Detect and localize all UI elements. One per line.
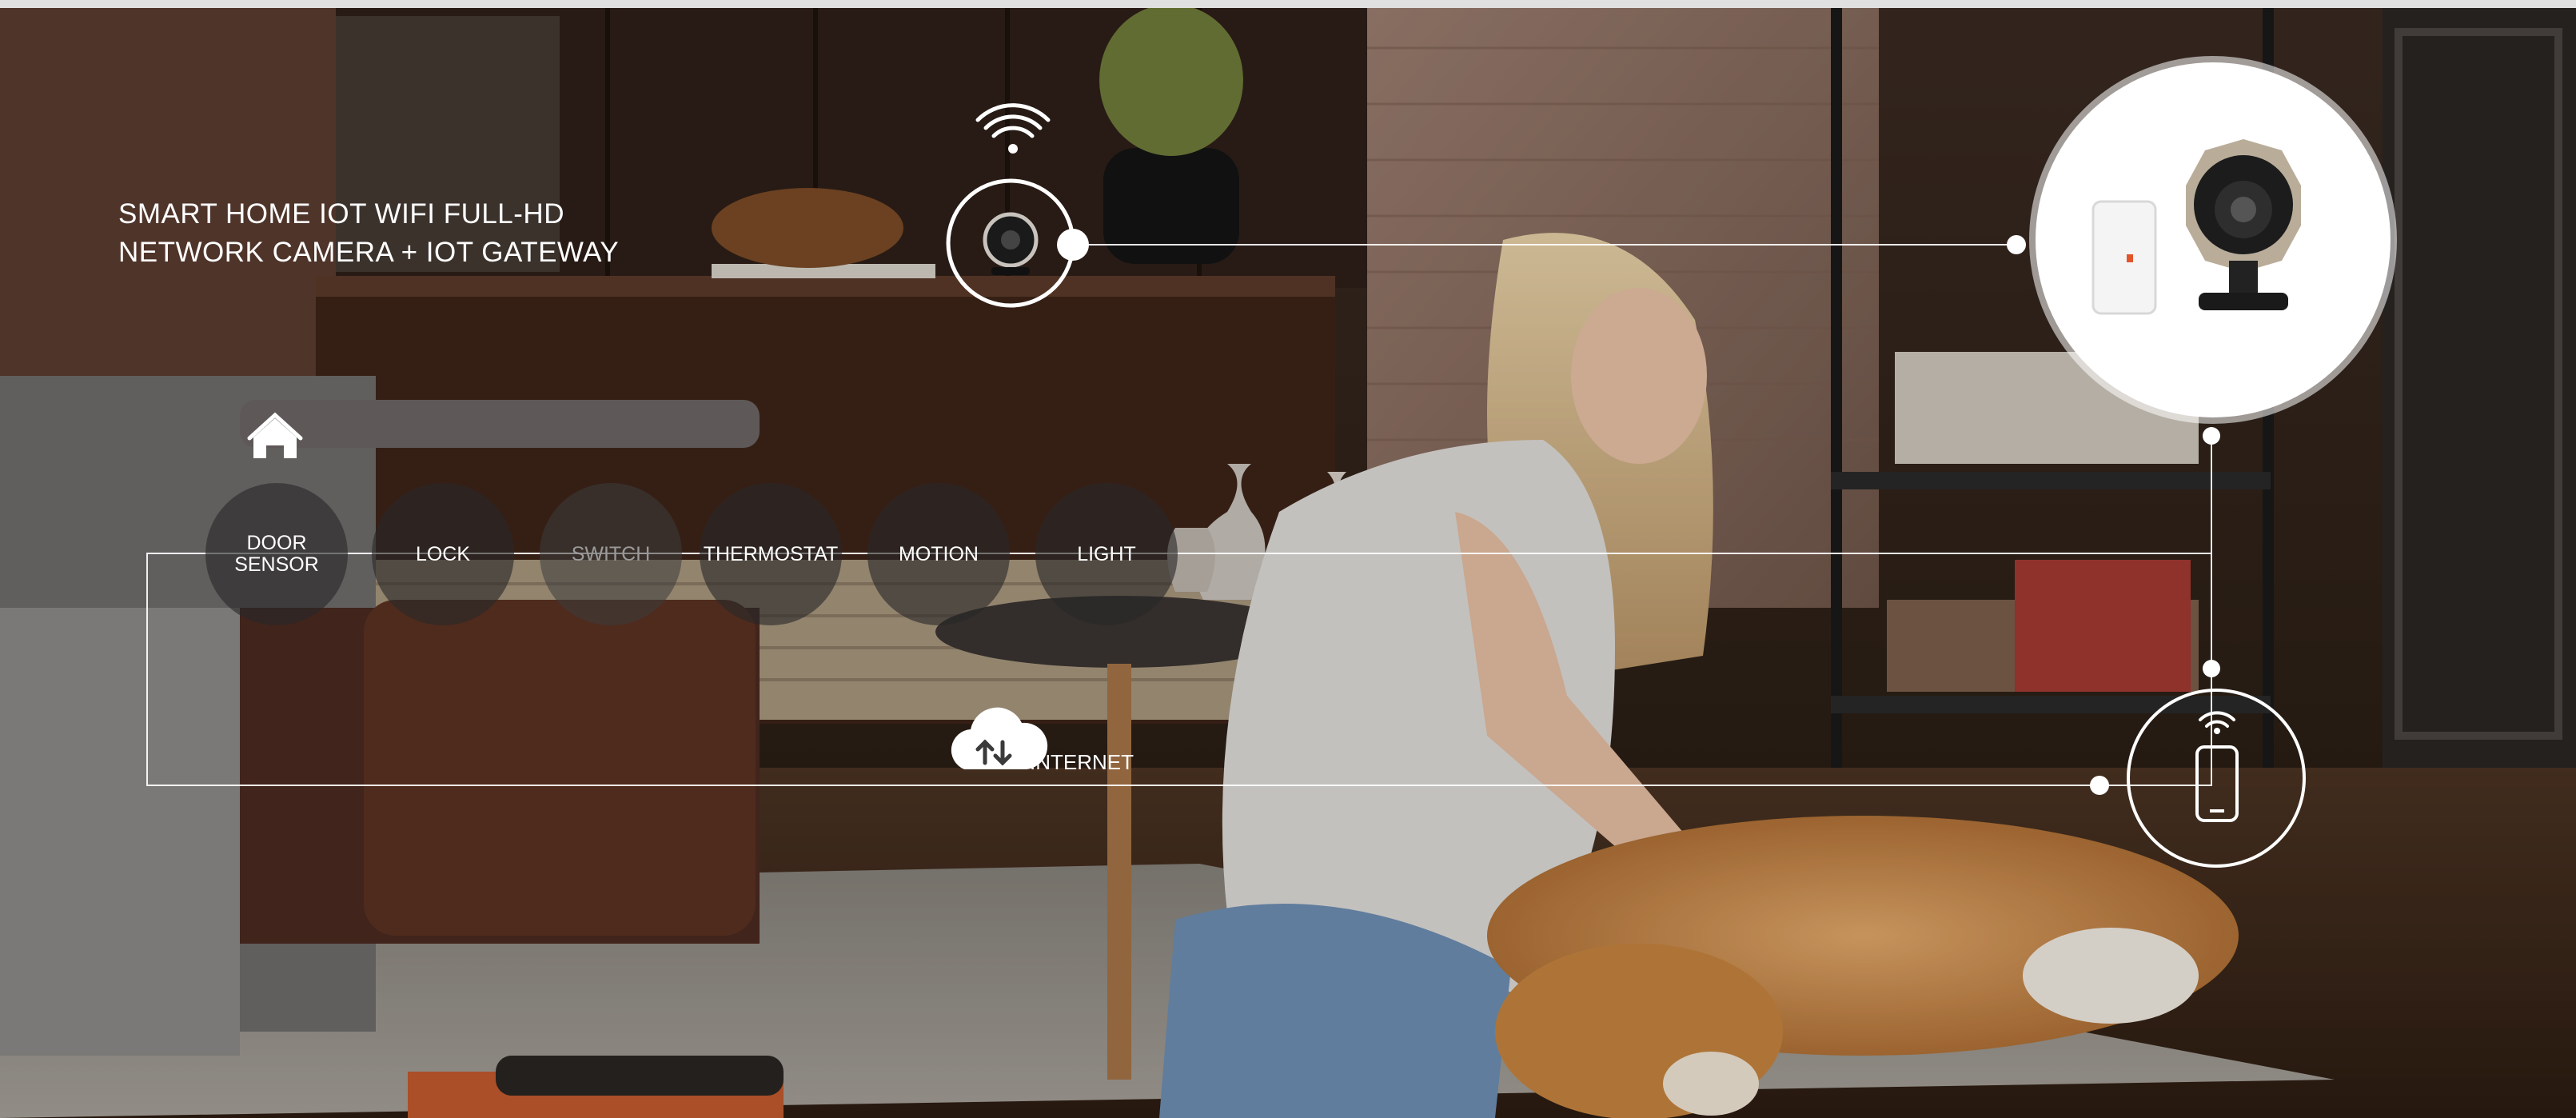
sensor-thermostat[interactable]: THERMOSTAT xyxy=(700,483,842,625)
sensor-switch[interactable]: SWITCH xyxy=(540,483,682,625)
headline: SMART HOME IOT WIFI FULL-HD NETWORK CAME… xyxy=(118,195,619,272)
sensor-door-sensor[interactable]: DOOR SENSOR xyxy=(205,483,348,625)
sensor-label: SWITCH xyxy=(571,542,651,565)
sensor-lock[interactable]: LOCK xyxy=(372,483,514,625)
sensor-label: LIGHT xyxy=(1077,542,1136,565)
sensor-label: MOTION xyxy=(899,542,979,565)
internet-label: INTERNET xyxy=(1030,750,1134,774)
sensor-label: THERMOSTAT xyxy=(703,542,839,565)
smart-home-banner: SMART HOME IOT WIFI FULL-HD NETWORK CAME… xyxy=(0,0,2576,1118)
headline-line-1: SMART HOME IOT WIFI FULL-HD xyxy=(118,198,564,230)
sensor-label: DOOR SENSOR xyxy=(234,532,319,576)
sensor-label: LOCK xyxy=(415,542,471,565)
headline-line-2: NETWORK CAMERA + IOT GATEWAY xyxy=(118,237,620,268)
sensor-light[interactable]: LIGHT xyxy=(1035,483,1178,625)
sensor-motion[interactable]: MOTION xyxy=(867,483,1010,625)
